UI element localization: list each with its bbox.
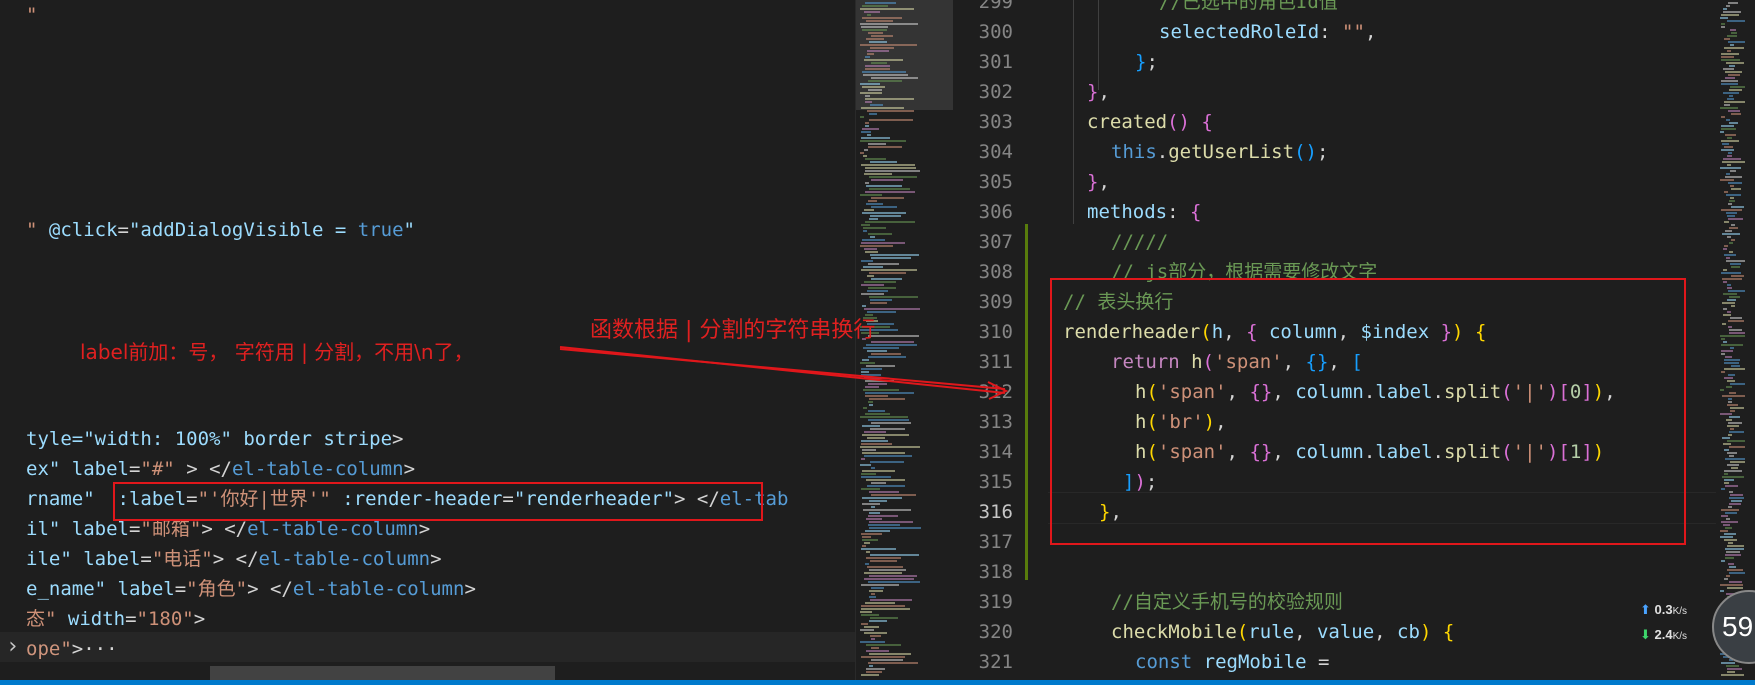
- download-speed: 2.4: [1654, 627, 1673, 642]
- highlight-box-left: [113, 482, 763, 521]
- download-arrow-icon: ⬇: [1640, 627, 1651, 642]
- download-unit: K/s: [1672, 631, 1688, 642]
- status-bar-strip: [0, 680, 1755, 685]
- upload-unit: K/s: [1672, 606, 1688, 617]
- highlight-box-right: [1050, 278, 1686, 545]
- network-speed-widget: ⬆ 0.3K/s ⬇ 2.4K/s: [1632, 597, 1720, 649]
- upload-arrow-icon: ⬆: [1640, 602, 1651, 617]
- upload-speed: 0.3: [1654, 602, 1673, 617]
